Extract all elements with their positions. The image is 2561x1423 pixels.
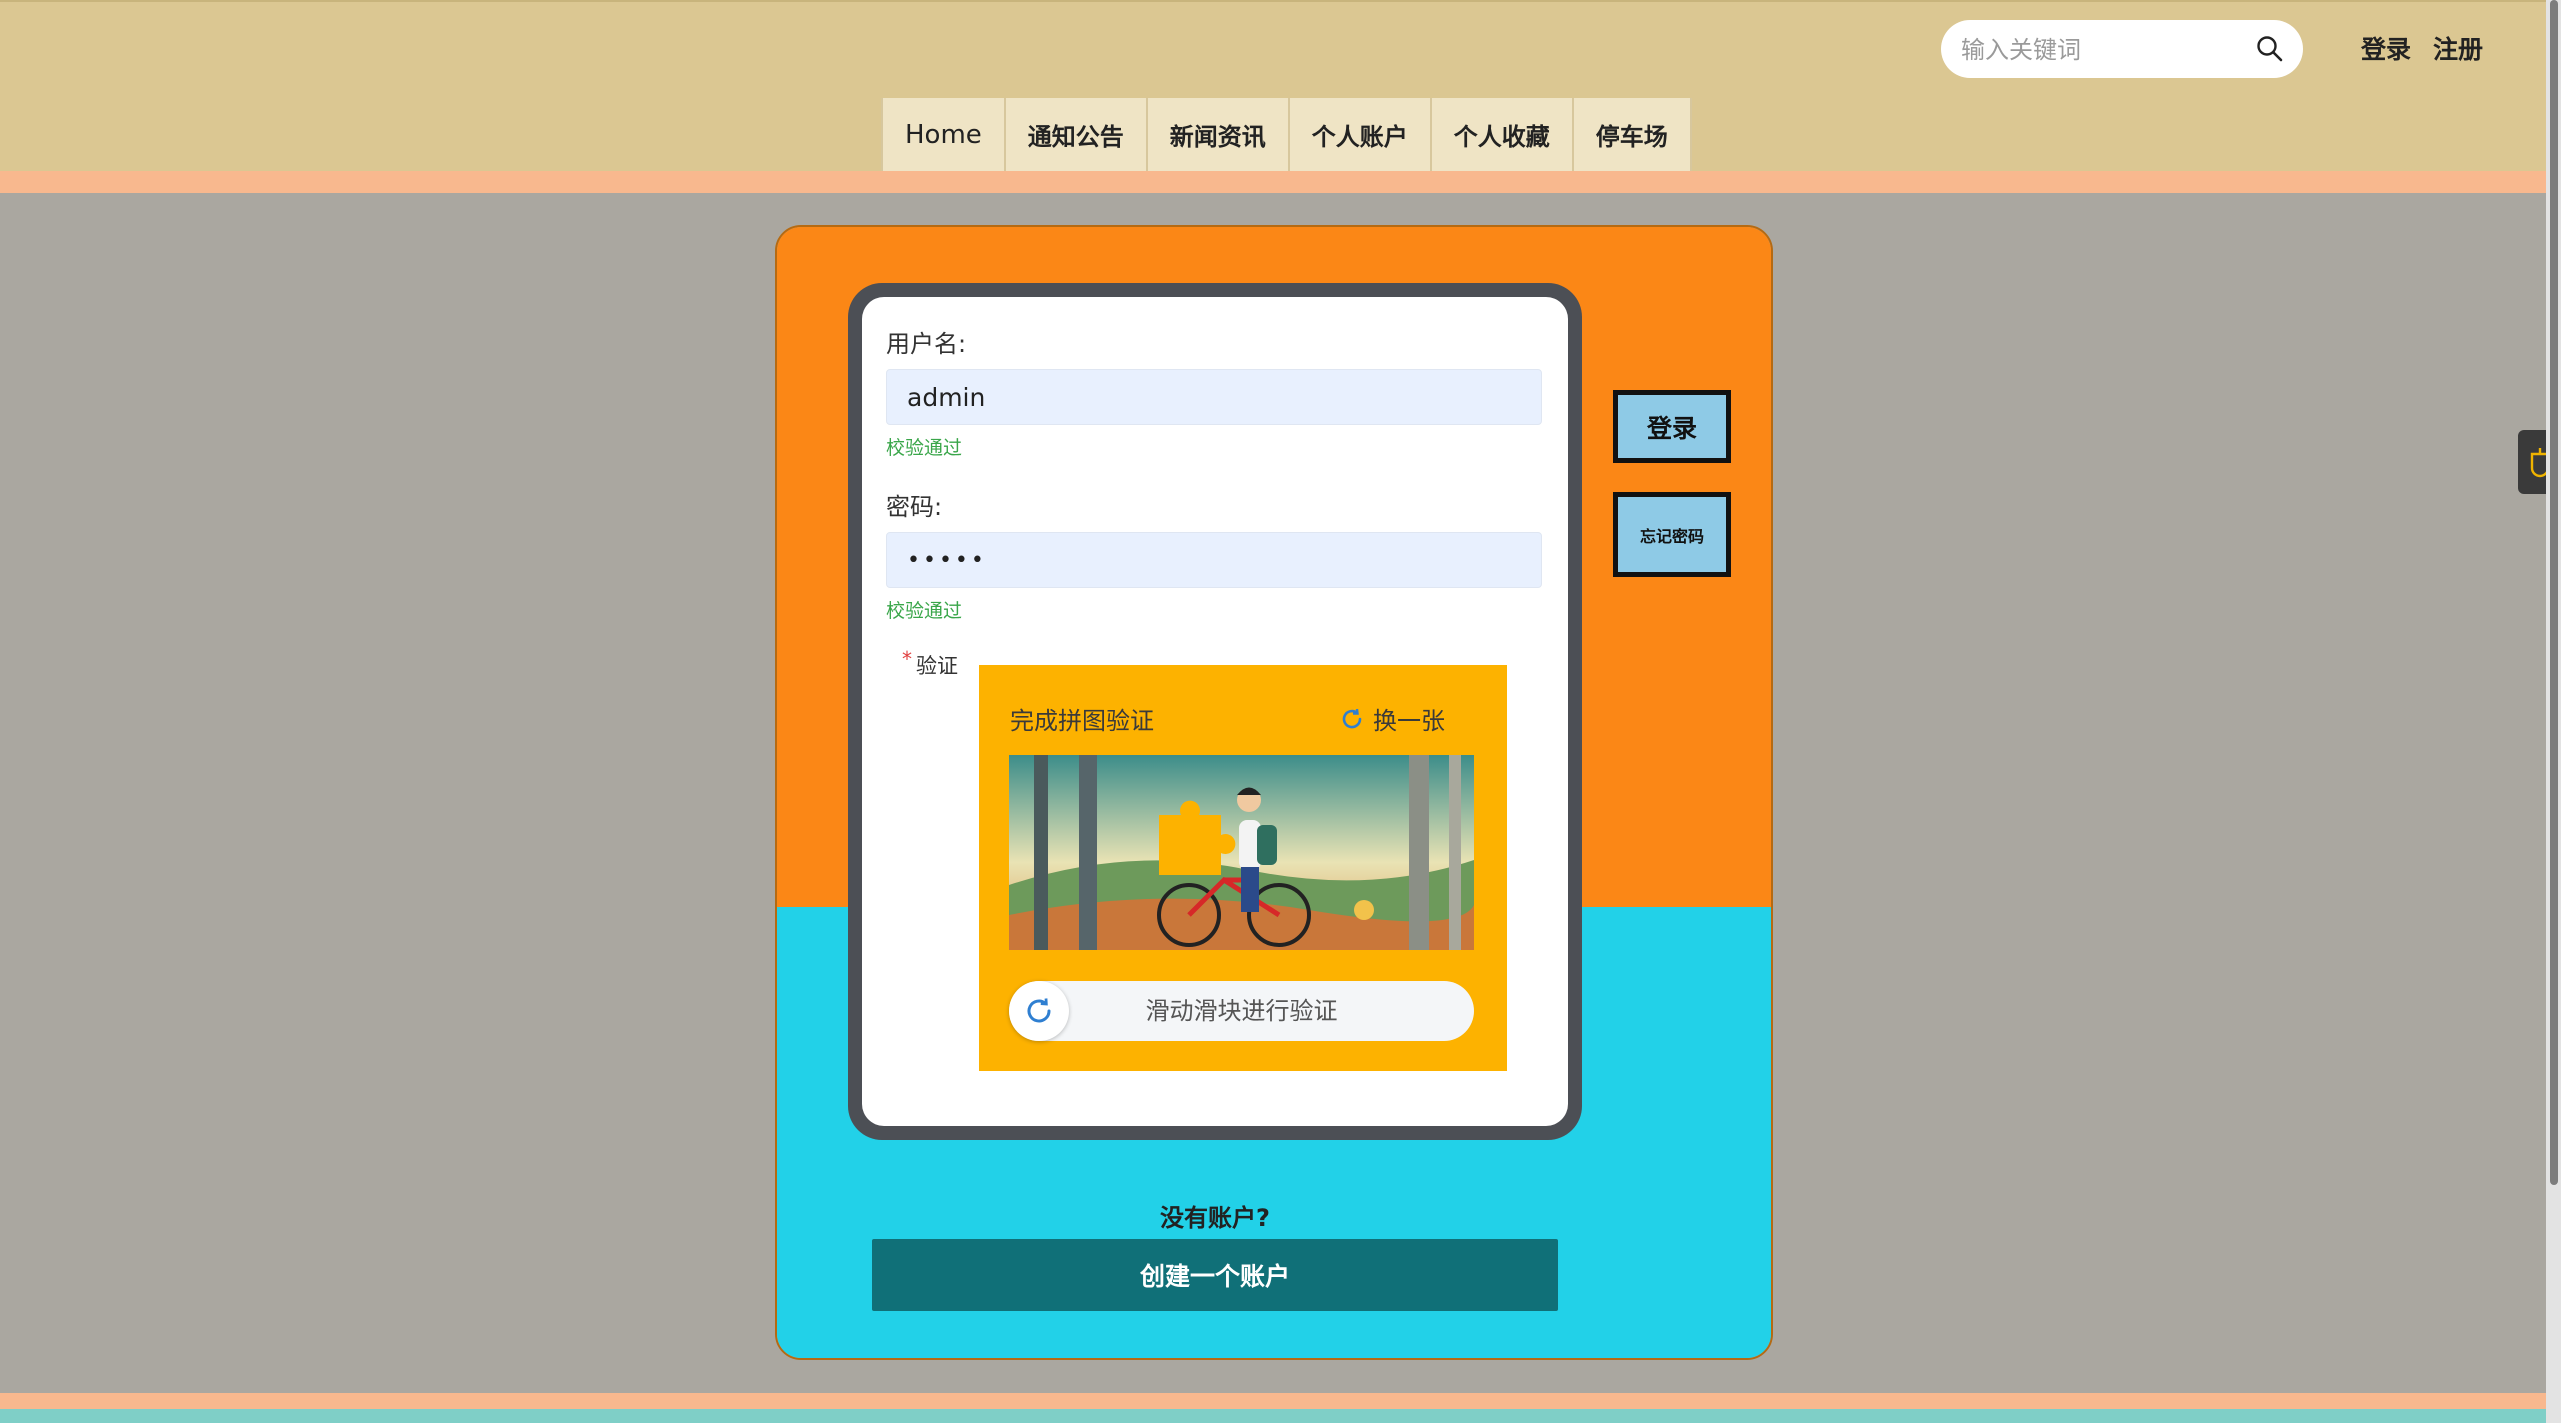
login-form: 用户名: admin 校验通过 密码: ••••• 校验通过 * 验证 完成拼图… <box>862 297 1568 1126</box>
nav-parking[interactable]: 停车场 <box>1573 98 1692 171</box>
captcha-slider-handle[interactable] <box>1009 981 1069 1041</box>
nav-news[interactable]: 新闻资讯 <box>1147 98 1290 171</box>
nav-home[interactable]: Home <box>881 98 1006 171</box>
captcha-puzzle-image <box>1009 755 1474 950</box>
required-mark: * <box>902 647 912 671</box>
captcha-refresh-label: 换一张 <box>1373 707 1445 735</box>
nav-account[interactable]: 个人账户 <box>1289 98 1432 171</box>
nav-notices[interactable]: 通知公告 <box>1005 98 1148 171</box>
login-button[interactable]: 登录 <box>1613 390 1731 463</box>
header-stripe <box>0 171 2561 193</box>
captcha-refresh-button[interactable]: 换一张 <box>1339 701 1445 736</box>
captcha-title: 完成拼图验证 <box>1010 707 1154 735</box>
create-account-button[interactable]: 创建一个账户 <box>872 1239 1558 1311</box>
forgot-password-button[interactable]: 忘记密码 <box>1613 492 1731 577</box>
search-input[interactable] <box>1959 20 2233 80</box>
nav-favorites[interactable]: 个人收藏 <box>1431 98 1574 171</box>
username-status: 校验通过 <box>886 437 963 459</box>
username-field[interactable]: admin <box>886 369 1542 425</box>
register-link[interactable]: 注册 <box>2433 30 2483 66</box>
search-icon[interactable] <box>2255 34 2285 64</box>
search-box <box>1941 20 2303 80</box>
username-label: 用户名: <box>886 330 967 358</box>
footer-stripe <box>0 1393 2561 1409</box>
slider-refresh-icon <box>1027 998 1051 1023</box>
captcha-slider-track: 滑动滑块进行验证 <box>1009 981 1474 1041</box>
captcha-panel: 完成拼图验证 换一张 滑动滑块进行验证 <box>979 665 1507 1071</box>
login-link[interactable]: 登录 <box>2361 30 2411 66</box>
password-status: 校验通过 <box>886 600 963 622</box>
password-field[interactable]: ••••• <box>886 532 1542 588</box>
no-account-text: 没有账户? <box>1160 1204 1270 1232</box>
password-label: 密码: <box>886 493 943 521</box>
footer-bar <box>0 1409 2561 1423</box>
login-device-frame: 用户名: admin 校验通过 密码: ••••• 校验通过 * 验证 完成拼图… <box>848 283 1582 1140</box>
captcha-slider-text: 滑动滑块进行验证 <box>1145 997 1338 1025</box>
scrollbar-thumb[interactable] <box>2550 0 2558 1185</box>
verify-label: 验证 <box>916 654 958 678</box>
refresh-icon <box>1342 708 1362 728</box>
main-nav: Home 通知公告 新闻资讯 个人账户 个人收藏 停车场 <box>881 98 1692 171</box>
